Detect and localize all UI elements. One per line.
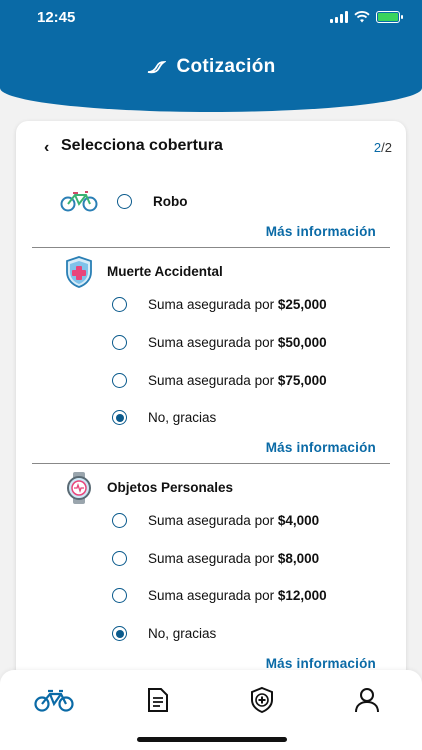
page-title: Cotización <box>176 56 276 77</box>
step-indicator: 2/2 <box>374 140 392 155</box>
tab-shield[interactable] <box>240 684 284 716</box>
shield-icon <box>66 256 92 288</box>
document-icon <box>148 688 168 712</box>
tab-profile[interactable] <box>345 684 389 716</box>
muerte-option-label[interactable]: Suma asegurada por $75,000 <box>148 373 327 388</box>
bicycle-icon <box>34 689 74 712</box>
signal-icon <box>330 11 348 23</box>
objetos-more-info-link[interactable]: Más información <box>266 656 376 671</box>
tab-bicycle[interactable] <box>32 684 76 716</box>
objetos-option-label[interactable]: No, gracias <box>148 626 216 641</box>
status-icons <box>330 11 403 23</box>
coverage-card: ‹ Selecciona cobertura 2/2 Robo Más info… <box>16 121 406 681</box>
logo-icon <box>148 61 167 74</box>
robo-label[interactable]: Robo <box>153 194 188 209</box>
step-total: /2 <box>381 140 392 155</box>
app-header: 12:45 Cotización <box>0 0 422 112</box>
objetos-option-radio[interactable] <box>112 588 127 603</box>
muerte-option-radio[interactable] <box>112 335 127 350</box>
muerte-option-radio[interactable] <box>112 373 127 388</box>
muerte-option-radio[interactable] <box>112 297 127 312</box>
tab-document[interactable] <box>136 684 180 716</box>
header-title-row: Cotización <box>0 56 422 78</box>
card-title[interactable]: Selecciona cobertura <box>61 137 223 155</box>
status-bar: 12:45 <box>0 9 422 29</box>
bottom-tab-bar <box>0 670 422 750</box>
status-time: 12:45 <box>37 9 76 26</box>
muerte-option-label[interactable]: Suma asegurada por $25,000 <box>148 297 327 312</box>
muerte-option-label[interactable]: No, gracias <box>148 410 216 425</box>
objetos-option-radio[interactable] <box>112 551 127 566</box>
bicycle-icon <box>60 191 98 212</box>
home-indicator <box>137 737 287 742</box>
smartwatch-icon <box>67 472 91 504</box>
objetos-option-label[interactable]: Suma asegurada por $8,000 <box>148 551 319 566</box>
muerte-more-info-link[interactable]: Más información <box>266 440 376 455</box>
muerte-accidental-title: Muerte Accidental <box>107 264 223 279</box>
objetos-personales-title: Objetos Personales <box>107 480 234 495</box>
back-chevron-icon[interactable]: ‹ <box>44 139 49 157</box>
card-header: ‹ Selecciona cobertura 2/2 <box>44 137 392 157</box>
objetos-option-radio[interactable] <box>112 513 127 528</box>
muerte-option-label[interactable]: Suma asegurada por $50,000 <box>148 335 327 350</box>
objetos-option-label[interactable]: Suma asegurada por $12,000 <box>148 588 327 603</box>
section-divider <box>32 463 390 464</box>
shield-icon <box>251 686 273 714</box>
wifi-icon <box>354 11 370 23</box>
robo-radio[interactable] <box>117 194 132 209</box>
objetos-option-radio-selected[interactable] <box>112 626 127 641</box>
battery-icon <box>376 11 403 23</box>
user-icon <box>355 688 379 713</box>
section-divider <box>32 247 390 248</box>
objetos-option-label[interactable]: Suma asegurada por $4,000 <box>148 513 319 528</box>
muerte-option-radio-selected[interactable] <box>112 410 127 425</box>
robo-more-info-link[interactable]: Más información <box>266 224 376 239</box>
